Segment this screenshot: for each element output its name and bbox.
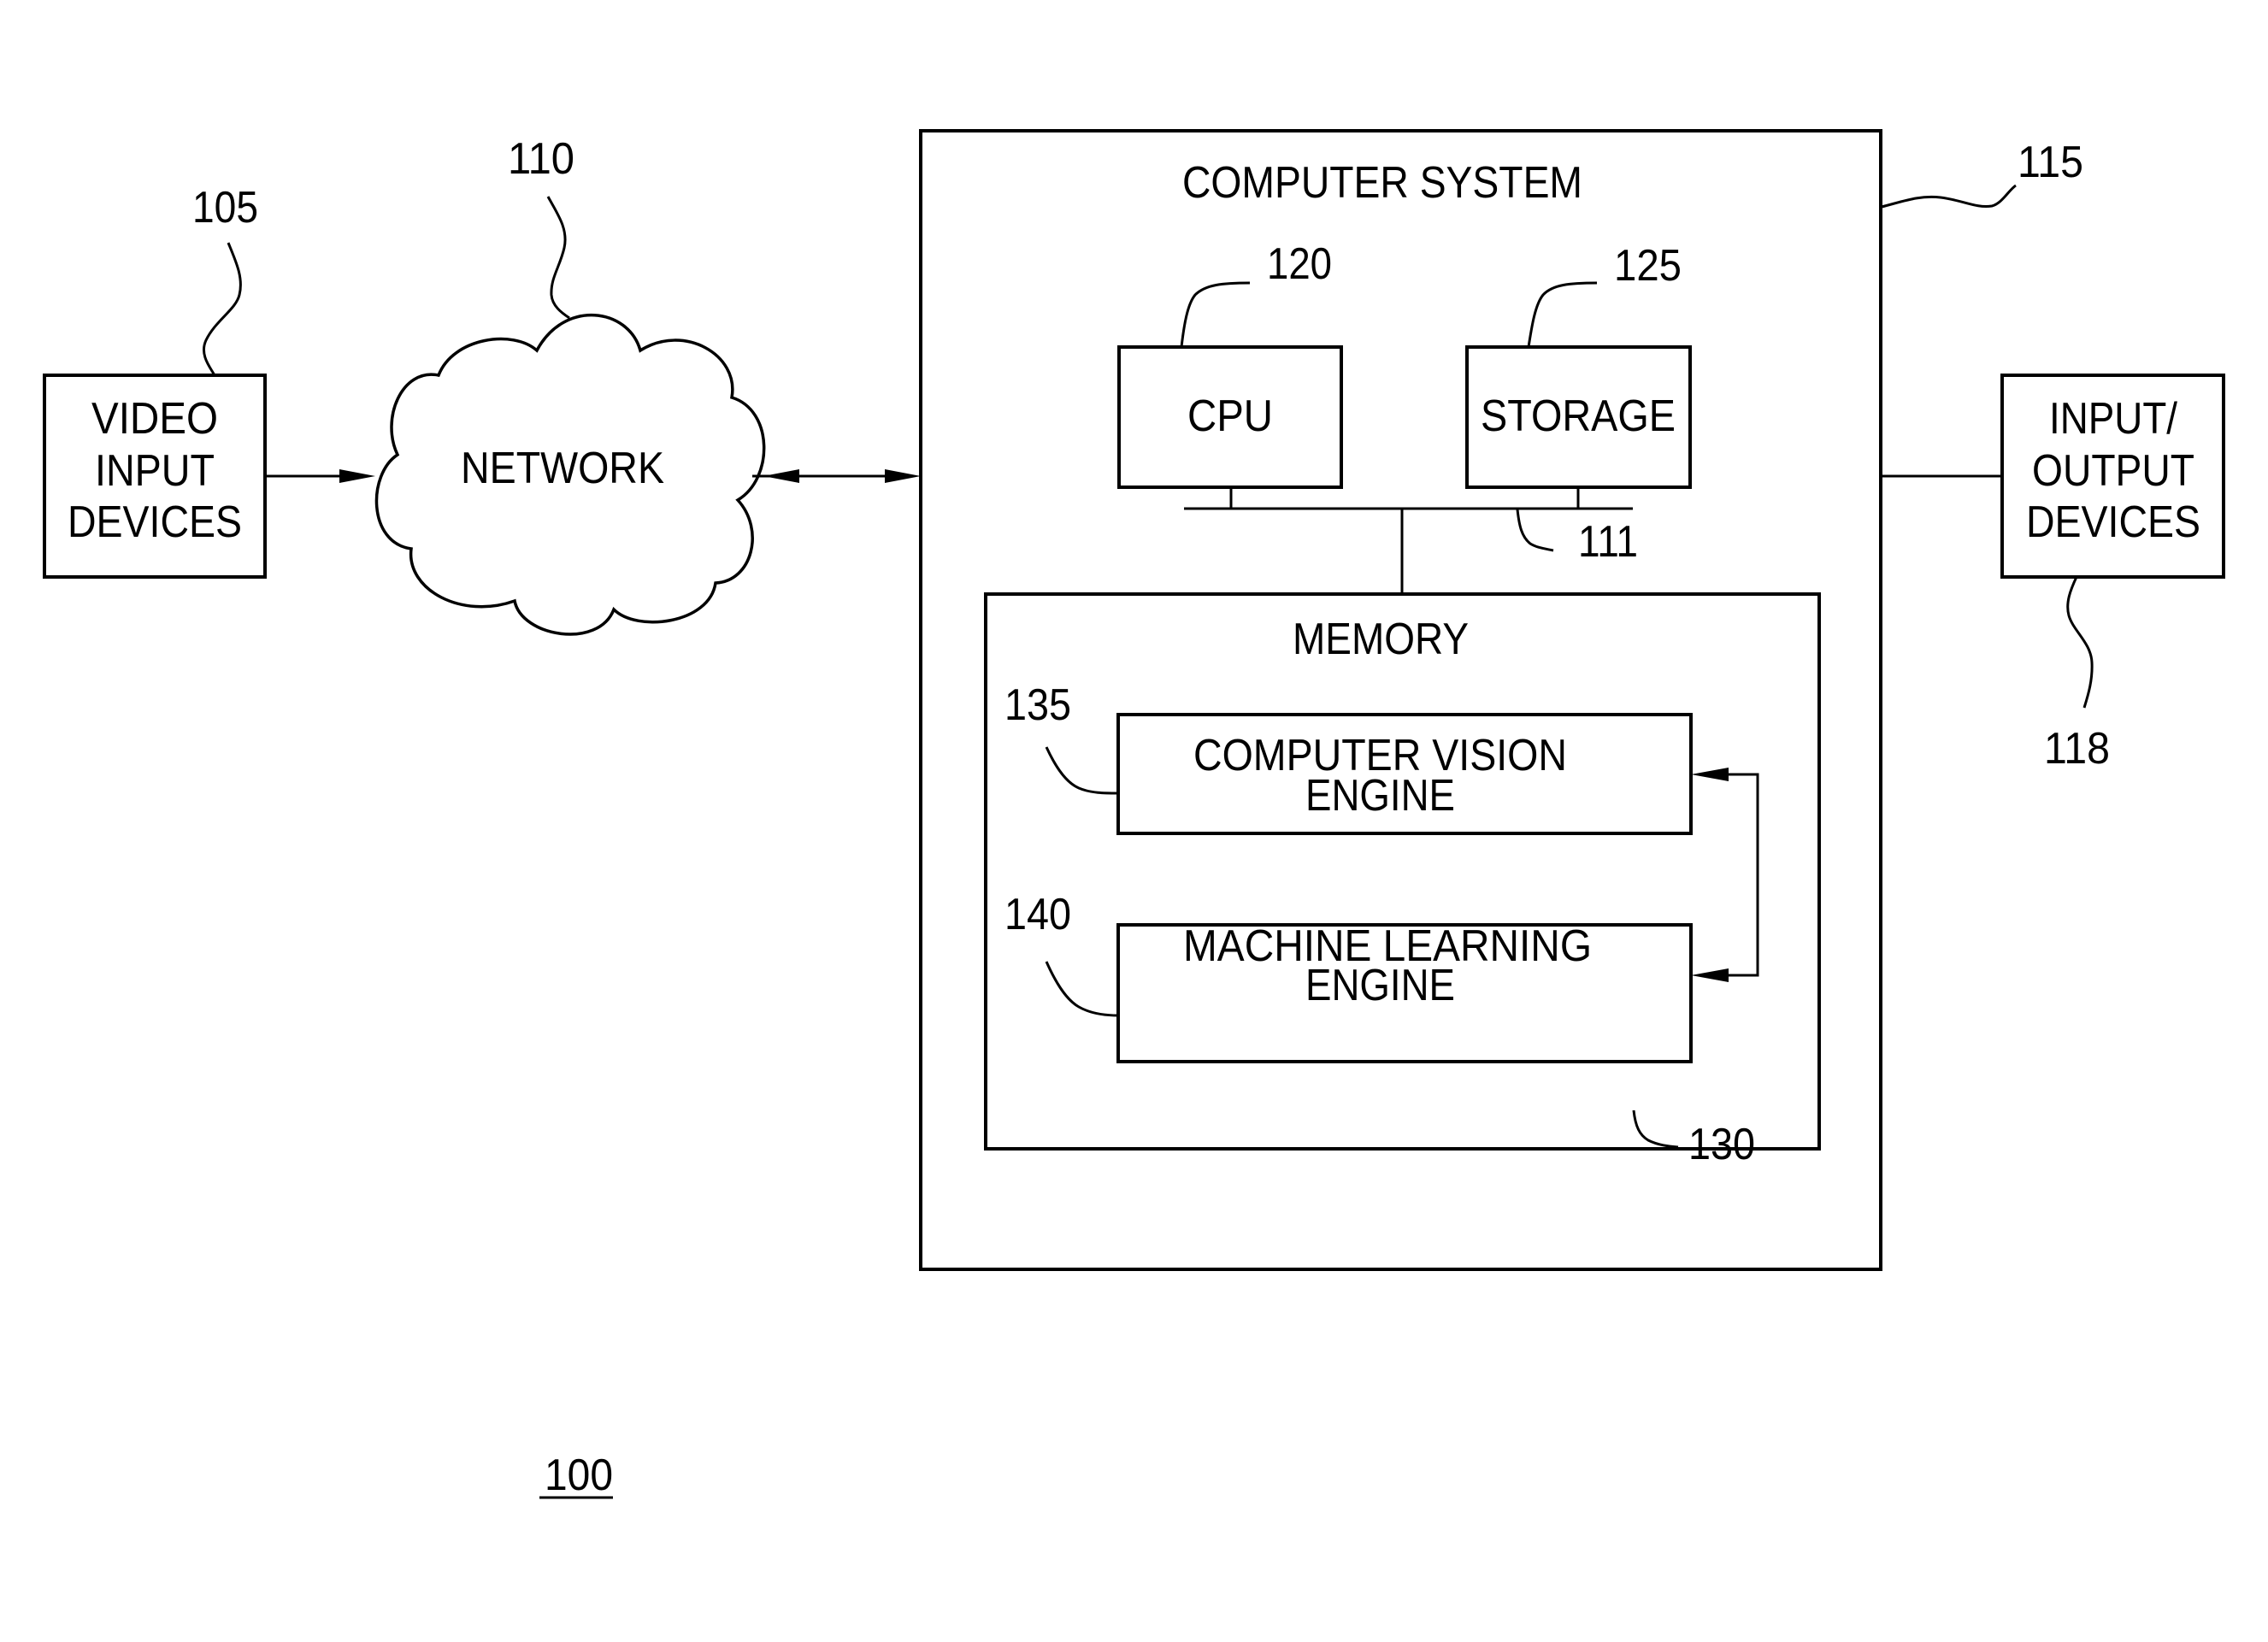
network-label: NETWORK [461, 444, 664, 493]
io-devices-label-line-3: DEVICES [2026, 497, 2200, 547]
io-devices-label-line-2: OUTPUT [2032, 446, 2194, 496]
io-devices-block: INPUT/ OUTPUT DEVICES [2000, 374, 2225, 579]
computer-system-label: COMPUTER SYSTEM [1182, 158, 1582, 208]
storage-label: STORAGE [1481, 391, 1676, 441]
system-block-diagram: VIDEO INPUT DEVICES 105 NETWORK 110 COMP… [43, 129, 2225, 1500]
leader-line-105 [202, 242, 242, 376]
ref-label-135: 135 [1004, 680, 1071, 730]
leader-line-115 [1881, 184, 2017, 209]
leader-line-118 [2066, 576, 2094, 709]
ref-label-111: 111 [1578, 517, 1638, 567]
cpu-label: CPU [1187, 391, 1273, 441]
computer-vision-engine-label-line-2: ENGINE [1305, 771, 1455, 821]
memory-box [984, 592, 1821, 1151]
memory-label: MEMORY [1293, 615, 1469, 664]
ref-label-140: 140 [1004, 890, 1071, 939]
ref-label-110: 110 [508, 134, 574, 184]
ref-label-115: 115 [2018, 138, 2083, 187]
ref-label-130: 130 [1688, 1120, 1755, 1169]
figure-number-label: 100 [545, 1451, 613, 1500]
video-input-label-line-1: VIDEO [91, 394, 218, 444]
machine-learning-engine-label-line-2: ENGINE [1305, 961, 1455, 1010]
network-cloud: NETWORK [374, 314, 766, 636]
io-devices-label-line-1: INPUT/ [2049, 394, 2177, 444]
arrowhead-into-network-right [763, 469, 799, 483]
arrowhead-into-computer-system [885, 469, 921, 483]
leader-line-110 [546, 196, 570, 320]
video-input-label-line-2: INPUT [95, 446, 215, 496]
video-input-devices-block: VIDEO INPUT DEVICES [43, 374, 267, 579]
computer-system-block: COMPUTER SYSTEM CPU 120 STORAGE 125 111 … [919, 129, 1882, 1271]
ref-label-120: 120 [1267, 239, 1332, 289]
ref-label-118: 118 [2044, 724, 2110, 774]
video-input-label-line-3: DEVICES [68, 497, 242, 547]
ref-label-105: 105 [192, 183, 258, 232]
arrowhead-into-network [339, 469, 375, 483]
ref-label-125: 125 [1614, 241, 1682, 291]
